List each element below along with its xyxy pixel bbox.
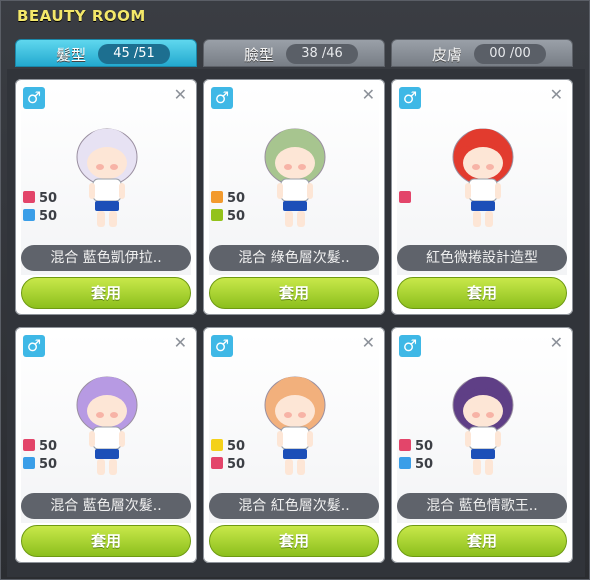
stat-value: 50 [227,209,246,224]
color-swatch [211,191,223,203]
color-swatch [23,457,35,469]
male-icon: ♂ [211,87,233,109]
male-icon: ♂ [211,335,233,357]
tab-bar: 髮型 45 /51 臉型 38 /46 皮膚 00 /00 [15,39,577,69]
stat-row [399,191,415,205]
hair-grid: ♂ ✕ 50 50 混合 藍色凱伊拉.. 套用 ♂ ✕ 50 50 混合 綠色層次髮.. 套用 ♂ ✕ 紅色… [7,69,585,577]
stat-value: 50 [227,457,246,472]
color-swatch [211,209,223,221]
stat-value: 50 [415,439,434,454]
male-icon: ♂ [23,335,45,357]
tab-label: 髮型 [56,46,87,64]
stat-row: 50 [23,439,58,454]
male-icon: ♂ [399,87,421,109]
hair-card[interactable]: ♂ ✕ 50 50 混合 綠色層次髮.. 套用 [203,79,385,315]
stat-row: 50 [23,209,58,224]
hair-name-label: 混合 藍色凱伊拉.. [21,245,191,271]
avatar [264,128,326,227]
stat-value: 50 [415,457,434,472]
apply-button[interactable]: 套用 [21,277,191,309]
stat-row: 50 [23,191,58,206]
close-icon[interactable]: ✕ [550,333,563,352]
stat-row: 50 [211,191,246,206]
apply-button[interactable]: 套用 [21,525,191,557]
hair-name-label: 混合 綠色層次髮.. [209,245,379,271]
close-icon[interactable]: ✕ [362,85,375,104]
stat-row: 50 [399,439,434,454]
apply-button[interactable]: 套用 [397,525,567,557]
stat-row: 50 [211,439,246,454]
tab-count-badge: 45 /51 [98,44,170,64]
tab-count-badge: 00 /00 [474,44,546,64]
close-icon[interactable]: ✕ [174,85,187,104]
color-swatch [23,191,35,203]
hair-card[interactable]: ♂ ✕ 紅色微捲設計造型套用 [391,79,573,315]
tab-label: 皮膚 [432,46,463,64]
window-title: BEAUTY ROOM [17,7,146,25]
hair-name-label: 混合 紅色層次髮.. [209,493,379,519]
apply-button[interactable]: 套用 [397,277,567,309]
tab-skin[interactable]: 皮膚 00 /00 [391,39,573,67]
tab-face[interactable]: 臉型 38 /46 [203,39,385,67]
color-swatch [399,191,411,203]
hair-name-label: 紅色微捲設計造型 [397,245,567,271]
close-icon[interactable]: ✕ [362,333,375,352]
color-swatch [23,439,35,451]
color-swatch [23,209,35,221]
avatar [76,128,138,227]
stat-value: 50 [39,457,58,472]
hair-name-label: 混合 藍色層次髮.. [21,493,191,519]
stat-row: 50 [211,209,246,224]
stat-value: 50 [227,439,246,454]
avatar [76,376,138,475]
tab-label: 臉型 [244,46,275,64]
beauty-room-window: BEAUTY ROOM 髮型 45 /51 臉型 38 /46 皮膚 00 /0… [0,0,590,580]
color-swatch [399,457,411,469]
apply-button[interactable]: 套用 [209,525,379,557]
avatar [264,376,326,475]
stat-row: 50 [399,457,434,472]
hair-card[interactable]: ♂ ✕ 50 50 混合 藍色層次髮.. 套用 [15,327,197,563]
stat-value: 50 [39,191,58,206]
male-icon: ♂ [23,87,45,109]
male-icon: ♂ [399,335,421,357]
close-icon[interactable]: ✕ [174,333,187,352]
stat-value: 50 [39,209,58,224]
color-swatch [211,457,223,469]
color-swatch [211,439,223,451]
hair-card[interactable]: ♂ ✕ 50 50 混合 藍色情歌王.. 套用 [391,327,573,563]
color-swatch [399,439,411,451]
hair-name-label: 混合 藍色情歌王.. [397,493,567,519]
tab-count-badge: 38 /46 [286,44,358,64]
avatar [452,128,514,227]
stat-row: 50 [211,457,246,472]
stat-row: 50 [23,457,58,472]
hair-card[interactable]: ♂ ✕ 50 50 混合 藍色凱伊拉.. 套用 [15,79,197,315]
avatar [452,376,514,475]
tab-hair[interactable]: 髮型 45 /51 [15,39,197,67]
apply-button[interactable]: 套用 [209,277,379,309]
stat-value: 50 [39,439,58,454]
hair-card[interactable]: ♂ ✕ 50 50 混合 紅色層次髮.. 套用 [203,327,385,563]
close-icon[interactable]: ✕ [550,85,563,104]
stat-value: 50 [227,191,246,206]
